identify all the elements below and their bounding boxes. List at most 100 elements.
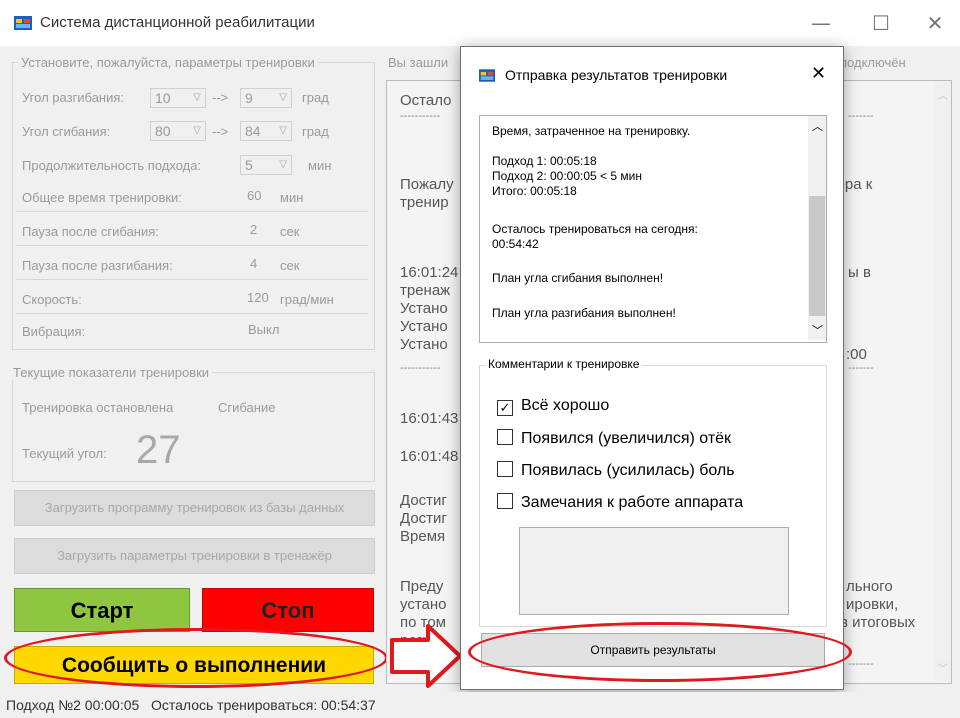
send-results-dialog: Отправка результатов тренировки ✕ Время,… xyxy=(460,46,844,690)
set-duration-unit: мин xyxy=(308,158,332,173)
params-divider xyxy=(16,245,368,246)
vibration-value: Выкл xyxy=(248,322,280,337)
chevron-down-icon: ▽ xyxy=(193,125,201,136)
extension-arrow: --> xyxy=(212,90,229,105)
status-bar: Подход №2 00:00:05 Осталось тренироватьс… xyxy=(0,692,960,718)
total-time-value: 60 xyxy=(247,188,262,203)
log-line: Преду xyxy=(400,578,444,595)
report-line: Время, затраченное на тренировку. xyxy=(492,124,691,138)
log-line: Устано xyxy=(400,336,448,353)
log-line: Достиг xyxy=(400,492,447,509)
log-line: Устано xyxy=(400,300,448,317)
log-line: тренаж xyxy=(400,282,451,299)
checkbox-pain[interactable]: Появилась (усилилась) боль xyxy=(497,461,735,480)
window-title: Система дистанционной реабилитации xyxy=(40,14,315,31)
maximize-button[interactable]: ☐ xyxy=(858,8,904,38)
checkbox-checked-icon: ✓ xyxy=(497,400,513,416)
app-icon xyxy=(14,16,32,30)
checkbox-icon xyxy=(497,461,513,477)
load-params-button[interactable]: Загрузить параметры тренировки в тренажё… xyxy=(14,538,375,574)
pause-flex-unit: сек xyxy=(280,224,300,239)
log-line: Пожалу xyxy=(400,176,454,193)
report-textbox[interactable]: Время, затраченное на тренировку. Подход… xyxy=(479,115,827,343)
log-line: ----------- xyxy=(400,362,441,374)
scroll-thumb[interactable] xyxy=(809,196,825,316)
pause-ext-unit: сек xyxy=(280,258,300,273)
speed-unit: град/мин xyxy=(280,292,334,307)
extension-angle-label: Угол разгибания: xyxy=(22,90,125,105)
flexion-from-select[interactable]: 80 ▽ xyxy=(150,121,206,141)
training-state: Тренировка остановлена xyxy=(22,400,174,415)
log-line: 16:01:24 xyxy=(400,264,459,281)
log-line: Устано xyxy=(400,318,448,335)
log-line: тренир xyxy=(400,194,449,211)
current-group xyxy=(12,372,375,482)
stop-button[interactable]: Стоп xyxy=(202,588,374,632)
load-program-button[interactable]: Загрузить программу тренировок из базы д… xyxy=(14,490,375,526)
extension-unit: град xyxy=(302,90,329,105)
checkbox-all-good[interactable]: ✓ Всё хорошо xyxy=(497,397,609,416)
log-line: ------- xyxy=(848,658,874,670)
status-text: Подход №2 00:00:05 Осталось тренироватьс… xyxy=(6,697,376,713)
scroll-up-icon: ︿ xyxy=(812,121,823,133)
report-line: Осталось тренироваться на сегодня: xyxy=(492,222,698,236)
report-line: 00:54:42 xyxy=(492,237,539,251)
report-scrollbar[interactable]: ︿ ﹀ xyxy=(808,116,826,340)
minimize-button[interactable]: — xyxy=(798,8,844,38)
params-divider xyxy=(16,279,368,280)
extension-from-select[interactable]: 10 ▽ xyxy=(150,88,206,108)
highlight-oval xyxy=(4,628,388,688)
title-bar: Система дистанционной реабилитации — ☐ ✕ xyxy=(0,0,960,46)
connection-status: подключён xyxy=(840,55,906,70)
speed-value: 120 xyxy=(247,290,269,305)
params-group-title: Установите, пожалуйста, параметры тренир… xyxy=(18,55,318,70)
flexion-to-select[interactable]: 84 ▽ xyxy=(240,121,292,141)
set-duration-select[interactable]: 5 ▽ xyxy=(240,155,292,175)
checkbox-icon xyxy=(497,493,513,509)
current-angle-label: Текущий угол: xyxy=(22,446,107,461)
pause-ext-label: Пауза после разгибания: xyxy=(22,258,173,273)
report-line: План угла сгибания выполнен! xyxy=(492,271,664,285)
chevron-down-icon: ▽ xyxy=(193,92,201,103)
scroll-down-icon: ﹀ xyxy=(812,325,823,337)
log-line: ------- xyxy=(848,362,874,374)
scroll-down-icon: ﹀ xyxy=(938,664,948,675)
log-line: устано xyxy=(400,596,447,613)
checkbox-swelling[interactable]: Появился (увеличился) отёк xyxy=(497,429,731,448)
pause-flex-value: 2 xyxy=(250,222,258,237)
start-button[interactable]: Старт xyxy=(14,588,190,632)
log-line: в итоговых xyxy=(840,614,916,631)
close-button[interactable]: ✕ xyxy=(912,8,958,38)
dialog-title: Отправка результатов тренировки xyxy=(505,67,728,83)
chevron-down-icon: ▽ xyxy=(279,125,287,136)
flexion-angle-label: Угол сгибания: xyxy=(22,124,111,139)
arrow-right-icon xyxy=(390,624,462,688)
pause-ext-value: 4 xyxy=(250,256,258,271)
params-divider xyxy=(16,313,368,314)
log-line: Время xyxy=(400,528,446,545)
report-line: Итого: 00:05:18 xyxy=(492,184,577,198)
report-line: Подход 2: 00:00:05 < 5 мин xyxy=(492,169,642,183)
current-angle-value: 27 xyxy=(136,428,181,472)
report-line: Подход 1: 00:05:18 xyxy=(492,154,597,168)
total-time-unit: мин xyxy=(280,190,304,205)
scroll-up-icon: ︿ xyxy=(938,91,948,102)
checkbox-device-notes[interactable]: Замечания к работе аппарата xyxy=(497,493,743,512)
comments-title: Комментарии к тренировке xyxy=(485,357,643,371)
log-scrollbar[interactable]: ︿ ﹀ xyxy=(935,81,951,681)
dialog-close-button[interactable]: ✕ xyxy=(811,63,826,84)
checkbox-icon xyxy=(497,429,513,445)
dialog-app-icon xyxy=(479,69,495,82)
current-group-title: Текущие показатели тренировки xyxy=(10,365,213,380)
vibration-label: Вибрация: xyxy=(22,324,86,339)
log-line: :00 xyxy=(846,346,867,363)
highlight-oval xyxy=(468,622,852,682)
log-line: льного xyxy=(846,578,893,595)
chevron-down-icon: ▽ xyxy=(279,159,287,170)
extension-to-select[interactable]: 9 ▽ xyxy=(240,88,292,108)
log-line: ировки, xyxy=(846,596,899,613)
device-notes-input[interactable] xyxy=(519,527,789,615)
report-line: План угла разгибания выполнен! xyxy=(492,306,676,320)
flexion-arrow: --> xyxy=(212,124,229,139)
params-divider xyxy=(16,211,368,212)
